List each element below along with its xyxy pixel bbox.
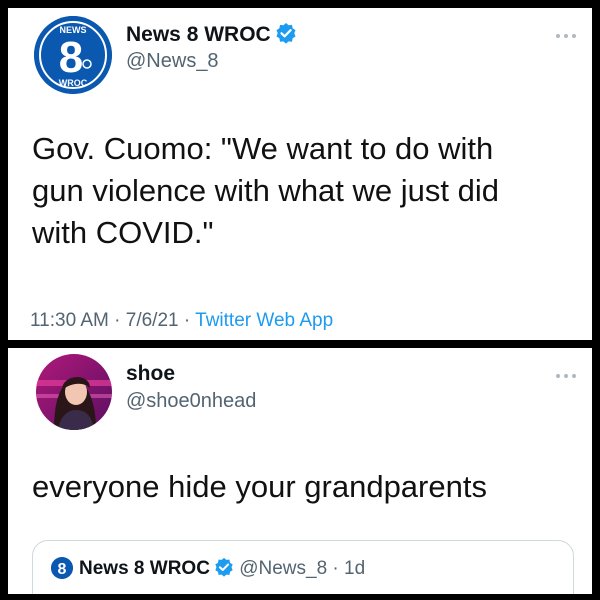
verified-badge-icon <box>215 557 233 577</box>
more-options-icon[interactable] <box>554 32 578 40</box>
tweet-text: Gov. Cuomo: "We want to do with gun viol… <box>32 131 499 250</box>
tweet-time[interactable]: 11:30 AM <box>30 310 109 331</box>
quoted-tweet-card[interactable]: 8 News 8 WROC @News_8 · 1d <box>32 540 574 594</box>
tweet-date[interactable]: 7/6/21 <box>126 310 179 331</box>
verified-badge-icon <box>276 23 296 44</box>
quoted-handle: @News_8 <box>239 558 328 579</box>
author-display-name[interactable]: News 8 WROC <box>126 22 297 47</box>
quoted-age: 1d <box>344 558 366 579</box>
news8-wroc-logo-icon[interactable]: NEWS 8 WROC <box>34 16 112 94</box>
svg-text:WROC: WROC <box>59 78 88 88</box>
news8-wroc-logo-icon: 8 <box>51 557 73 579</box>
author-display-name[interactable]: shoe <box>126 362 175 386</box>
quoted-tweet-header: 8 News 8 WROC @News_8 · 1d <box>51 557 365 580</box>
svg-text:8: 8 <box>59 33 83 82</box>
tweet-card: NEWS 8 WROC News 8 WROC @News_8 Gov. Cuo… <box>8 8 592 340</box>
author-handle[interactable]: @shoe0nhead <box>126 390 256 413</box>
author-handle[interactable]: @News_8 <box>126 50 219 73</box>
quoted-display-name: News 8 WROC <box>79 558 210 579</box>
tweet-text: everyone hide your grandparents <box>32 469 487 504</box>
svg-text:8: 8 <box>58 561 67 578</box>
tweet-metadata: 11:30 AM · 7/6/21 · Twitter Web App <box>30 310 334 331</box>
more-options-icon[interactable] <box>554 372 578 380</box>
tweet-card: shoe @shoe0nhead everyone hide your gran… <box>8 348 592 594</box>
tweet-source-link[interactable]: Twitter Web App <box>195 310 333 331</box>
profile-photo-avatar[interactable] <box>36 354 112 430</box>
